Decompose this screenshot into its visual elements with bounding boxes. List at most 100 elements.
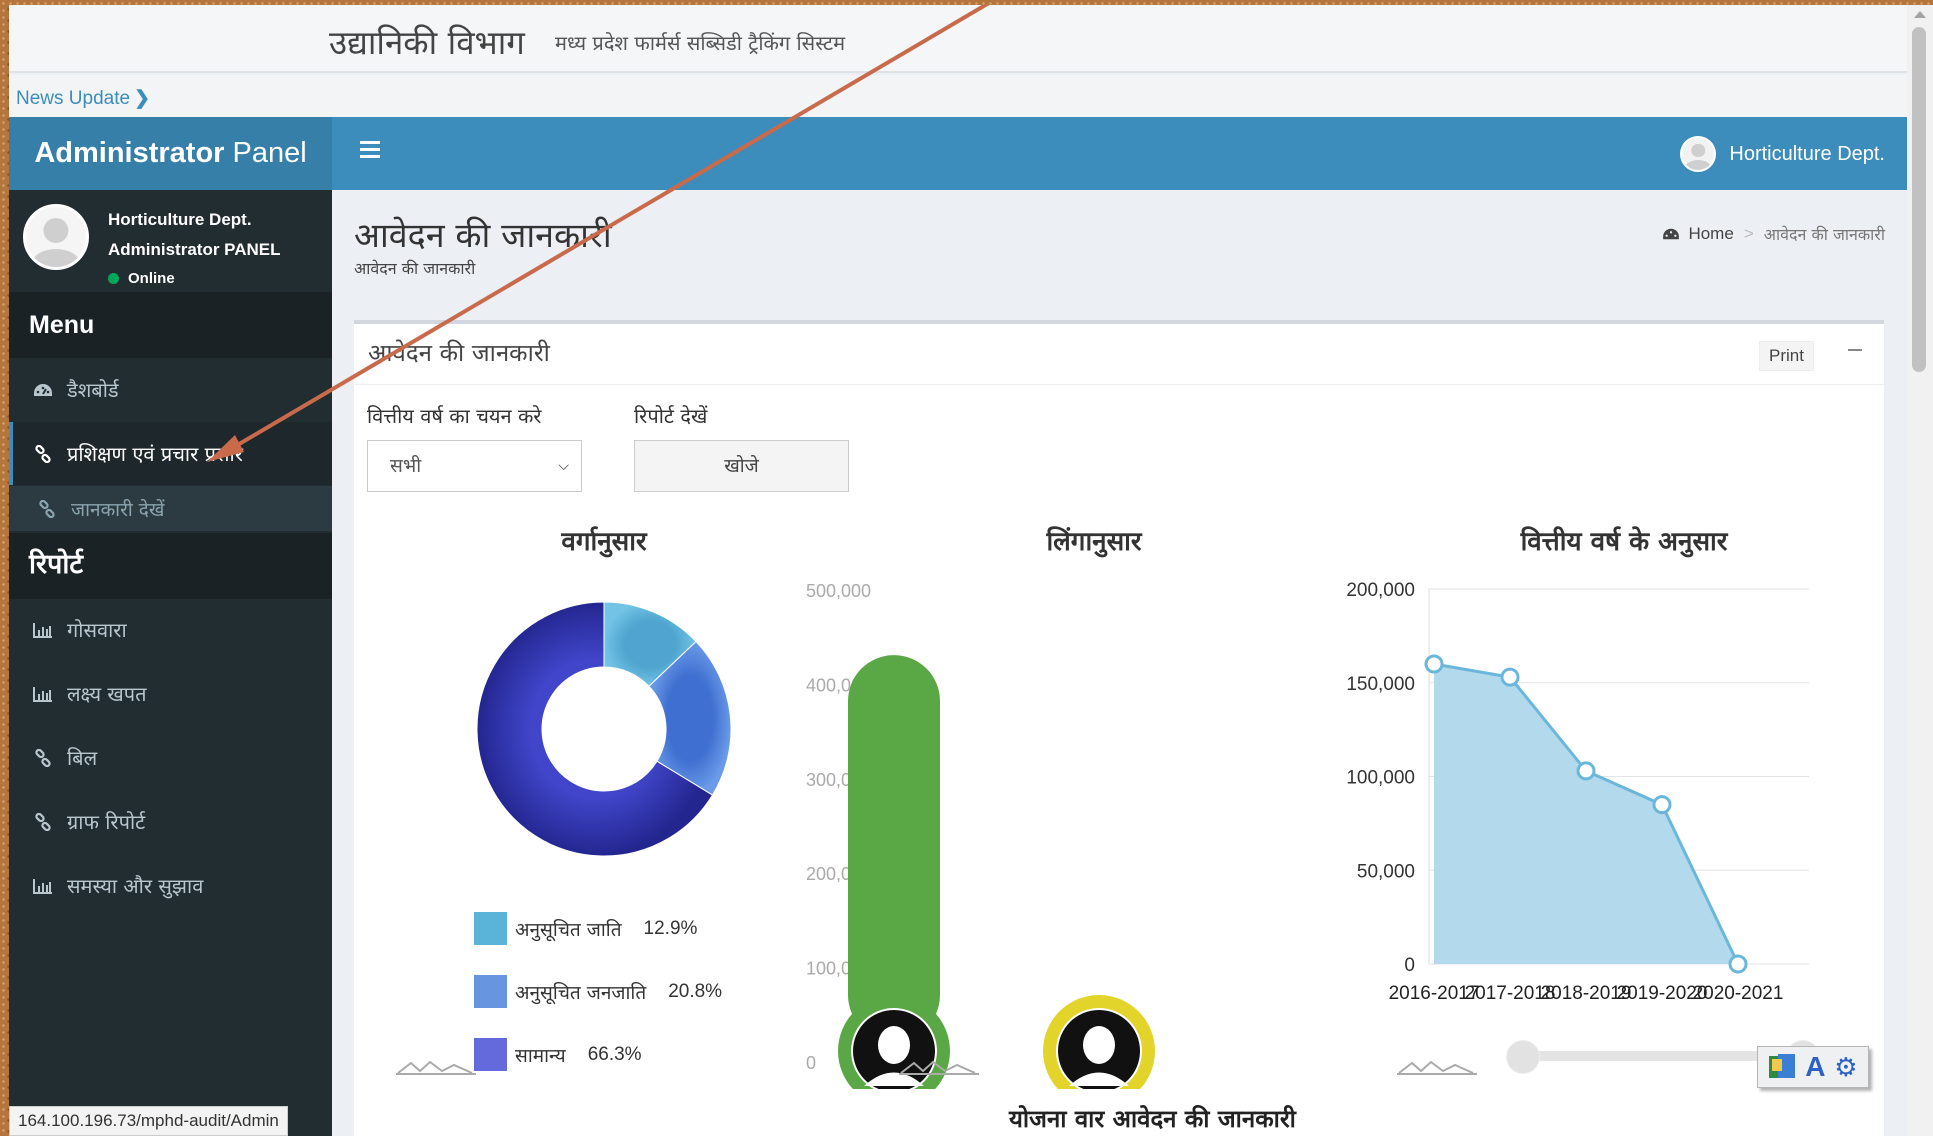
y-tick-label: 500,000: [806, 581, 871, 601]
y-tick-label: 100,000: [1346, 768, 1415, 789]
chart-export-icon[interactable]: [396, 1057, 476, 1077]
link-icon: [33, 444, 53, 464]
fy-select[interactable]: सभी ⌵: [367, 440, 582, 492]
legend-item: अनुसूचित जाति 12.9%: [474, 912, 697, 945]
chart-export-icon[interactable]: [899, 1057, 979, 1077]
site-banner: उद्यानिकी विभाग मध्य प्रदेश फार्मर्स सब्…: [9, 5, 1907, 73]
breadcrumb: Home > आवेदन की जानकारी: [1662, 223, 1885, 245]
chart-export-icon[interactable]: [1397, 1057, 1477, 1077]
legend-label: सामान्य: [515, 1044, 566, 1067]
gender-bar[interactable]: [848, 655, 940, 1041]
box-divider: [354, 384, 1884, 385]
slider-handle-left[interactable]: [1506, 1040, 1540, 1074]
data-point[interactable]: [1424, 654, 1444, 674]
dashboard-icon: [1663, 228, 1680, 240]
status-label: Online: [128, 270, 175, 287]
print-button[interactable]: Print: [1759, 341, 1814, 371]
report-header: रिपोर्ट: [9, 533, 332, 599]
sidebar-item-label: समस्या और सुझाव: [67, 874, 204, 898]
data-point[interactable]: [1500, 667, 1520, 687]
sidebar-item-target-consumption[interactable]: लक्ष्य खपत: [9, 662, 332, 725]
bar-chart-icon: [33, 684, 53, 704]
top-navbar: Horticulture Dept.: [332, 117, 1907, 190]
app-logo[interactable]: Administrator Panel: [9, 117, 332, 190]
sidebar-item-label: ग्राफ रिपोर्ट: [67, 810, 146, 834]
collapse-icon[interactable]: [1848, 349, 1862, 351]
chart-title-financial-year: वित्तीय वर्ष के अनुसार: [1520, 527, 1728, 557]
legend-item: सामान्य 66.3%: [474, 1038, 642, 1071]
news-bar: News Update ❯: [9, 75, 1907, 117]
y-tick-label: 0: [1404, 955, 1415, 976]
extension-widget[interactable]: A ⚙: [1757, 1046, 1869, 1088]
chart-title-category: वर्गानुसार: [561, 527, 647, 557]
logo-bold: Administrator: [34, 137, 225, 169]
section-title-scheme-wise: योजना वार आवेदन की जानकारी: [1009, 1104, 1296, 1133]
dashboard-icon: [33, 380, 53, 400]
user-menu-name: Horticulture Dept.: [1729, 143, 1885, 165]
sidebar-item-bill[interactable]: बिल: [9, 726, 332, 789]
online-dot-icon: [108, 273, 119, 284]
fy-select-value: सभी: [390, 455, 422, 477]
legend-value: 66.3%: [587, 1043, 642, 1065]
info-box: आवेदन की जानकारी Print वित्तीय वर्ष का च…: [354, 320, 1884, 1136]
chart-title-gender: लिंगानुसार: [1046, 527, 1142, 557]
sidebar-item-graph-report[interactable]: ग्राफ रिपोर्ट: [9, 790, 332, 853]
page-subtitle: आवेदन की जानकारी: [354, 259, 476, 278]
user-panel: Horticulture Dept. Administrator PANEL O…: [9, 190, 332, 287]
sidebar-item-label: प्रशिक्षण एवं प्रचार प्रसार: [67, 442, 243, 466]
y-tick-label: 200,000: [1346, 580, 1415, 601]
page-scrollbar[interactable]: [1907, 5, 1933, 1136]
sidebar-item-gosvara[interactable]: गोसवारा: [9, 598, 332, 661]
chevron-down-icon: ⌵: [558, 458, 569, 474]
settings-gear-icon[interactable]: ⚙: [1834, 1052, 1857, 1083]
data-point[interactable]: [1576, 761, 1596, 781]
legend-swatch: [474, 1038, 507, 1071]
sidebar-item-training[interactable]: प्रशिक्षण एवं प्रचार प्रसार: [9, 422, 332, 485]
sidebar-item-dashboard[interactable]: डैशबोर्ड: [9, 358, 332, 421]
site-title: उद्यानिकी विभाग: [329, 23, 525, 62]
scroll-up-icon[interactable]: [1914, 11, 1926, 18]
y-tick-label: 0: [806, 1053, 816, 1073]
data-point[interactable]: [1728, 954, 1748, 974]
user-menu[interactable]: Horticulture Dept.: [1680, 135, 1885, 173]
financial-year-chart: 050,000100,000150,000200,000 2016-201720…: [1346, 580, 1809, 1004]
news-update-label: News Update: [16, 88, 131, 109]
sidebar-subitem-view-info[interactable]: जानकारी देखें: [9, 486, 332, 531]
avatar-face: [1083, 1026, 1115, 1064]
sidebar-item-problems-suggestions[interactable]: समस्या और सुझाव: [9, 854, 332, 917]
gender-chart: 0100,000200,000300,000400,000500,000 पुर…: [806, 581, 1155, 1089]
link-icon: [37, 499, 57, 519]
bar-chart-icon: [33, 620, 53, 640]
legend-label: अनुसूचित जनजाति: [515, 981, 647, 1004]
user-avatar: [23, 204, 89, 270]
legend-item: अनुसूचित जनजाति 20.8%: [474, 975, 722, 1008]
y-tick-label: 50,000: [1357, 861, 1415, 882]
link-icon: [33, 812, 53, 832]
legend-swatch: [474, 912, 507, 945]
breadcrumb-home-link[interactable]: Home: [1688, 224, 1733, 244]
user-status: Online: [108, 270, 175, 287]
translate-icon[interactable]: [1768, 1053, 1796, 1081]
sidebar-item-label: गोसवारा: [67, 618, 127, 642]
legend-value: 12.9%: [643, 917, 698, 939]
legend-label: अनुसूचित जाति: [515, 918, 622, 941]
menu-header: Menu: [9, 292, 332, 358]
font-size-icon[interactable]: A: [1805, 1051, 1825, 1083]
scroll-thumb[interactable]: [1912, 27, 1926, 372]
news-update-link[interactable]: News Update ❯: [16, 87, 150, 110]
box-title: आवेदन की जानकारी: [368, 339, 550, 367]
chevron-right-icon: ❯: [134, 88, 150, 109]
report-label: रिपोर्ट देखें: [634, 404, 708, 428]
bar-chart-icon: [33, 876, 53, 896]
sidebar-item-label: बिल: [67, 746, 98, 770]
y-tick-label: 150,000: [1346, 674, 1415, 695]
page-title: आवेदन की जानकारी: [354, 216, 612, 256]
fy-select-label: वित्तीय वर्ष का चयन करे: [367, 404, 542, 428]
user-role: Administrator PANEL: [108, 240, 281, 259]
area-fill: [1434, 664, 1738, 964]
search-button[interactable]: खोजे: [634, 440, 849, 492]
sidebar-item-label: जानकारी देखें: [71, 498, 165, 521]
sidebar-toggle-icon[interactable]: [360, 141, 380, 159]
user-name: Horticulture Dept.: [108, 210, 252, 229]
data-point[interactable]: [1652, 795, 1672, 815]
